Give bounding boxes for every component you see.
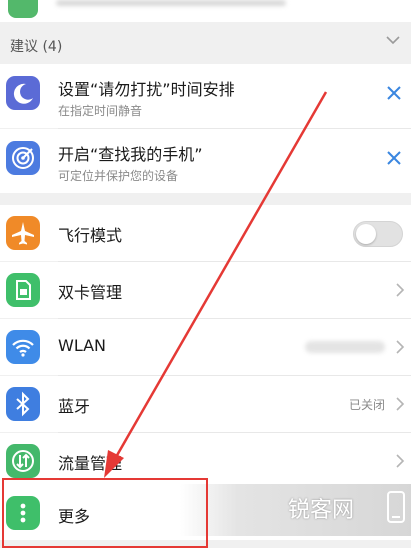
blurred-network-name <box>305 341 385 353</box>
partial-top-row[interactable] <box>0 0 411 23</box>
setting-label: 蓝牙 <box>58 397 91 416</box>
setting-wlan[interactable]: WLAN <box>0 319 411 375</box>
suggestions-title: 建议 (4) <box>10 39 63 55</box>
suggestion-subtitle: 在指定时间静音 <box>58 104 143 118</box>
partial-app-icon <box>8 0 38 18</box>
data-usage-icon <box>6 444 40 478</box>
close-icon[interactable] <box>385 149 403 167</box>
suggestion-subtitle: 可定位并保护您的设备 <box>58 169 179 183</box>
chevron-down-icon[interactable] <box>385 32 401 48</box>
bluetooth-status: 已关闭 <box>348 398 385 412</box>
setting-label: 飞行模式 <box>58 226 123 245</box>
setting-label: 流量管理 <box>58 454 123 473</box>
chevron-right-icon <box>396 397 405 411</box>
close-icon[interactable] <box>385 84 403 102</box>
chevron-right-icon <box>396 340 405 354</box>
blurred-text <box>56 0 286 6</box>
moon-icon <box>6 76 40 110</box>
setting-label: 更多 <box>58 507 91 526</box>
watermark-text: 锐客网 <box>288 498 355 523</box>
sim-card-icon <box>6 273 40 307</box>
section-gap <box>0 193 411 205</box>
wifi-icon <box>6 330 40 364</box>
suggestions-header[interactable]: 建议 (4) <box>0 22 411 64</box>
bluetooth-icon <box>6 387 40 421</box>
toggle-knob <box>356 224 376 244</box>
airplane-mode-toggle[interactable] <box>353 221 403 247</box>
setting-label: WLAN <box>58 336 107 355</box>
setting-dual-sim[interactable]: 双卡管理 <box>0 262 411 318</box>
suggestion-title: 设置“请勿打扰”时间安排 <box>58 80 235 99</box>
chevron-right-icon <box>396 454 405 468</box>
suggestion-find-my-phone[interactable]: 开启“查找我的手机” 可定位并保护您的设备 <box>0 129 411 193</box>
setting-label: 双卡管理 <box>58 283 123 302</box>
more-dots-icon <box>6 496 40 530</box>
setting-data-usage[interactable]: 流量管理 <box>0 433 411 489</box>
suggestion-title: 开启“查找我的手机” <box>58 145 203 164</box>
setting-airplane-mode[interactable]: 飞行模式 <box>0 205 411 261</box>
setting-bluetooth[interactable]: 蓝牙 已关闭 <box>0 376 411 432</box>
airplane-icon <box>6 216 40 250</box>
chevron-right-icon <box>396 283 405 297</box>
suggestion-do-not-disturb[interactable]: 设置“请勿打扰”时间安排 在指定时间静音 <box>0 64 411 128</box>
target-icon <box>6 141 40 175</box>
watermark-logo-icon <box>387 491 405 523</box>
